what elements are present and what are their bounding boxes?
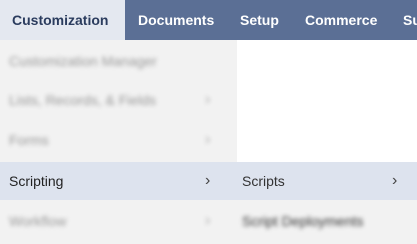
chevron-right-icon: › xyxy=(205,91,211,108)
customization-dropdown-menu: Customization Manager Lists, Records, & … xyxy=(0,40,237,244)
main-navbar: Customization Documents Setup Commerce S… xyxy=(0,0,417,40)
menu-item-label: Scripting xyxy=(9,173,64,189)
submenu-item-label: Script Deployments xyxy=(242,213,364,229)
submenu-item-script-deployments[interactable]: Script Deployments xyxy=(233,202,417,240)
menu-item-label: Workflow xyxy=(9,213,67,229)
tab-setup[interactable]: Setup xyxy=(240,0,279,40)
menu-item-lists-records-fields[interactable]: Lists, Records, & Fields › xyxy=(0,81,237,119)
chevron-right-icon: › xyxy=(205,131,211,148)
menu-item-scripting[interactable]: Scripting › xyxy=(0,162,237,200)
tab-label: Su xyxy=(403,12,417,28)
menu-item-label: Customization Manager xyxy=(9,53,157,69)
tab-support[interactable]: Su xyxy=(403,0,417,40)
tab-label: Commerce xyxy=(305,12,378,28)
scripting-submenu: Scripts › Script Deployments xyxy=(233,162,417,244)
tab-documents[interactable]: Documents xyxy=(138,0,214,40)
menu-item-label: Lists, Records, & Fields xyxy=(9,92,157,108)
submenu-item-scripts[interactable]: Scripts › xyxy=(233,162,417,200)
menu-item-customization-manager[interactable]: Customization Manager xyxy=(0,42,237,80)
submenu-item-label: Scripts xyxy=(242,173,285,189)
tab-commerce[interactable]: Commerce xyxy=(305,0,377,40)
menu-item-workflow[interactable]: Workflow › xyxy=(0,202,237,240)
tab-customization[interactable]: Customization xyxy=(0,0,125,40)
tab-label: Setup xyxy=(240,12,279,28)
menu-item-label: Forms xyxy=(9,132,49,148)
menu-item-forms[interactable]: Forms › xyxy=(0,121,237,159)
tab-label: Customization xyxy=(12,12,109,28)
tab-label: Documents xyxy=(138,12,215,28)
chevron-right-icon: › xyxy=(392,172,398,189)
chevron-right-icon: › xyxy=(205,212,211,229)
chevron-right-icon: › xyxy=(205,172,211,189)
